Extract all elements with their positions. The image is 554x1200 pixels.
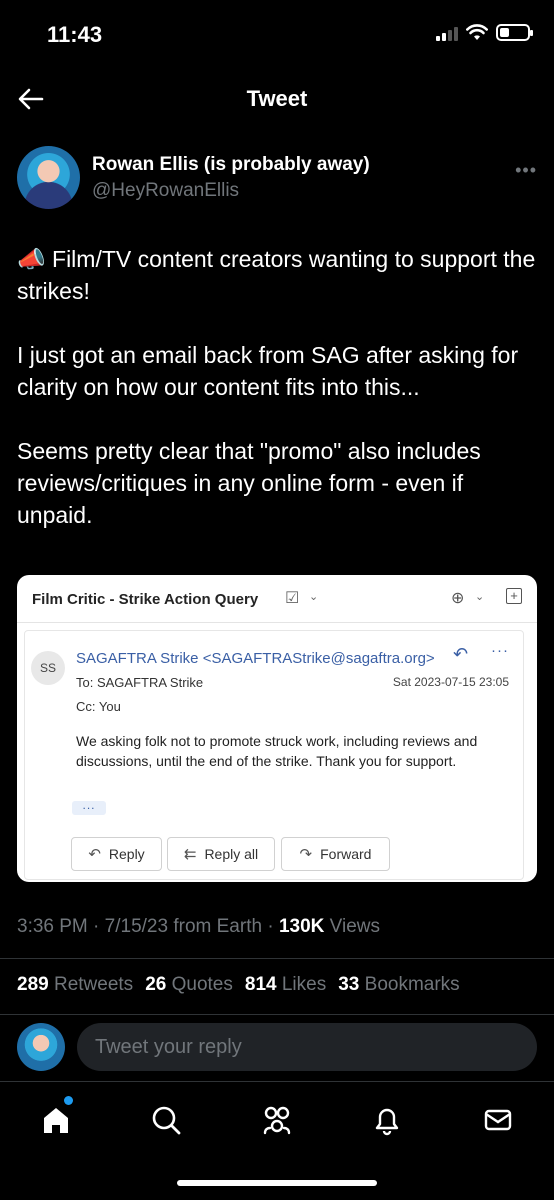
email-forward-label: Forward (320, 846, 372, 862)
retweets-stat[interactable]: 289 Retweets (17, 974, 133, 996)
author-display-name[interactable]: Rowan Ellis (is probably away) (92, 154, 370, 176)
cellular-signal-icon (436, 25, 458, 41)
quotes-count: 26 (145, 974, 167, 995)
email-reply-all-label: Reply all (204, 846, 259, 862)
search-icon[interactable] (146, 1100, 186, 1140)
bottom-tab-bar (0, 1081, 554, 1200)
label-icon: ☑ (285, 590, 300, 607)
zoom-icon: ⊕ (451, 590, 465, 607)
tweet-time: 3:36 PM (17, 916, 88, 937)
chevron-down-icon: ⌄ (309, 591, 319, 603)
reply-all-icon: ⇇ (183, 846, 197, 863)
status-icons (436, 24, 533, 41)
unread-dot (64, 1096, 73, 1105)
email-reply-label: Reply (108, 846, 145, 862)
more-dots-icon: ··· (491, 642, 509, 659)
tweet-meta: 3:36 PM · 7/15/23 from Earth · 130K View… (17, 916, 380, 937)
retweets-count: 289 (17, 974, 49, 995)
forward-icon: ↷ (299, 846, 313, 863)
messages-icon[interactable] (478, 1100, 518, 1140)
email-forward-button: ↷ Forward (281, 837, 390, 871)
page-title: Tweet (246, 86, 308, 111)
status-bar: 11:43 (0, 0, 554, 70)
email-reply-button: ↶ Reply (71, 837, 162, 871)
tweet-media-image[interactable]: Film Critic - Strike Action Query ☑ ⌄ ⊕ … (17, 575, 537, 882)
tweet-source: from Earth (173, 916, 263, 937)
quotes-label: Quotes (171, 974, 233, 995)
notifications-icon[interactable] (367, 1100, 407, 1140)
header: Tweet (0, 70, 554, 130)
bookmarks-stat[interactable]: 33 Bookmarks (338, 974, 459, 996)
reply-arrow-icon: ↶ (453, 644, 469, 664)
divider (0, 958, 554, 959)
bookmarks-count: 33 (338, 974, 360, 995)
email-subject: Film Critic - Strike Action Query (32, 591, 259, 608)
email-subject-bar: Film Critic - Strike Action Query ☑ ⌄ ⊕ … (17, 575, 537, 623)
email-reply-all-button: ⇇ Reply all (167, 837, 275, 871)
communities-icon[interactable] (257, 1100, 297, 1140)
views-count: 130K (278, 916, 325, 937)
email-sender: SAGAFTRA Strike <SAGAFTRAStrike@sagaftra… (76, 650, 435, 667)
sender-avatar: SS (31, 651, 65, 685)
email-message: SS SAGAFTRA Strike <SAGAFTRAStrike@sagaf… (24, 630, 524, 880)
reply-input[interactable] (77, 1023, 537, 1071)
bookmarks-label: Bookmarks (364, 974, 460, 995)
quotes-stat[interactable]: 26 Quotes (145, 974, 233, 996)
more-options-icon[interactable]: ••• (515, 160, 537, 181)
views-label: Views (329, 916, 380, 937)
likes-stat[interactable]: 814 Likes (245, 974, 326, 996)
reply-composer (0, 1015, 554, 1081)
home-indicator (177, 1180, 377, 1186)
home-icon[interactable] (36, 1100, 76, 1140)
show-more-ellipsis: ... (72, 799, 106, 815)
email-body: We asking folk not to promote struck wor… (76, 733, 478, 769)
email-cc: Cc: You (76, 699, 121, 714)
retweets-label: Retweets (53, 974, 134, 995)
chevron-down-icon: ⌄ (475, 591, 485, 603)
tweet-stats: 289 Retweets 26 Quotes 814 Likes 33 Book… (17, 974, 460, 996)
reply-icon: ↶ (88, 846, 101, 863)
user-avatar[interactable] (17, 1023, 65, 1071)
author-handle[interactable]: @HeyRowanEllis (92, 180, 239, 202)
status-time: 11:43 (47, 22, 103, 47)
author-avatar[interactable] (17, 146, 80, 209)
open-in-window-icon: + (506, 588, 522, 604)
likes-count: 814 (244, 974, 277, 995)
email-to: To: SAGAFTRA Strike (76, 675, 204, 690)
email-date: Sat 2023-07-15 23:05 (392, 675, 509, 689)
wifi-icon (466, 24, 488, 40)
battery-icon (496, 24, 533, 41)
likes-label: Likes (281, 974, 327, 995)
tweet-author: Rowan Ellis (is probably away) @HeyRowan… (17, 146, 537, 212)
tweet-date: 7/15/23 (104, 916, 169, 937)
tweet-text: 📣 Film/TV content creators wanting to su… (17, 246, 536, 528)
